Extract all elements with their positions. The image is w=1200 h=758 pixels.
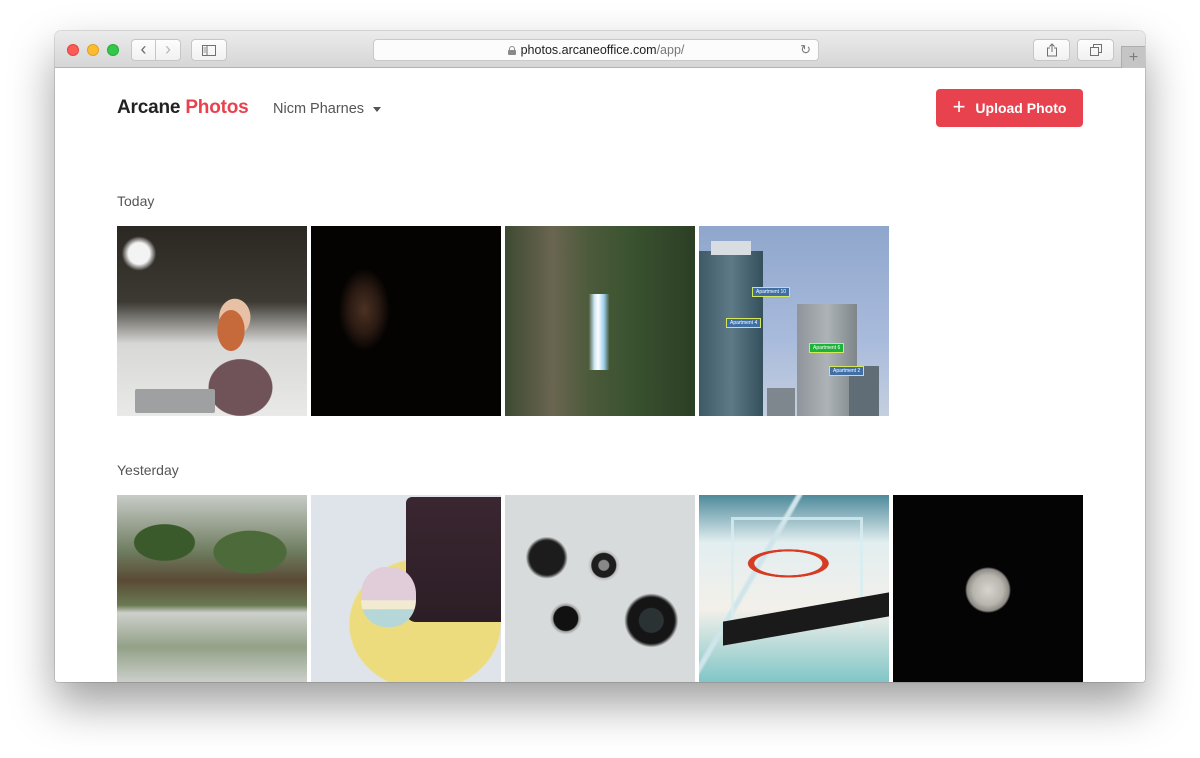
sidebar-toggle-button[interactable] — [191, 39, 227, 61]
page-content: Arcane Photos Nicm Pharnes + Upload Phot… — [55, 69, 1145, 682]
new-tab-button[interactable]: + — [1121, 46, 1145, 68]
upload-photo-label: Upload Photo — [975, 100, 1067, 116]
plus-icon: + — [1128, 48, 1139, 66]
photo-row-today: Apartment 10 Apartment 4 Apartment 6 Apa… — [117, 226, 889, 416]
browser-toolbar: ‹ › photos.arcaneoffice.com/app/ ↻ + — [55, 31, 1145, 68]
photo-thumbnail[interactable] — [117, 495, 307, 682]
user-menu[interactable]: Nicm Pharnes — [273, 101, 382, 117]
photo-row-yesterday — [117, 495, 1083, 682]
url-path: /app/ — [656, 43, 685, 57]
section-title-today: Today — [117, 193, 155, 209]
building-shape — [797, 304, 857, 416]
chevron-left-icon: ‹ — [140, 39, 147, 59]
chevron-right-icon: › — [165, 39, 171, 59]
photo-thumbnail[interactable] — [117, 226, 307, 416]
photo-thumbnail[interactable]: Apartment 10 Apartment 4 Apartment 6 Apa… — [699, 226, 889, 416]
back-button[interactable]: ‹ — [131, 39, 156, 61]
photo-label-tag: Apartment 4 — [726, 318, 762, 328]
photo-label-tag: Apartment 10 — [752, 287, 791, 297]
forward-button[interactable]: › — [156, 39, 181, 61]
sidebar-icon — [202, 44, 216, 56]
history-navigation: ‹ › — [131, 39, 182, 61]
photo-thumbnail[interactable] — [699, 495, 889, 682]
section-title-yesterday: Yesterday — [117, 462, 179, 478]
tabs-icon — [1089, 44, 1102, 56]
user-name: Nicm Pharnes — [273, 101, 365, 117]
minimize-window-button[interactable] — [87, 44, 99, 56]
close-window-button[interactable] — [67, 44, 79, 56]
building-shape — [767, 388, 795, 416]
show-tabs-button[interactable] — [1077, 39, 1114, 61]
reload-icon[interactable]: ↻ — [800, 42, 811, 58]
caret-down-icon — [373, 107, 382, 112]
plus-icon: + — [952, 94, 966, 119]
browser-window: ‹ › photos.arcaneoffice.com/app/ ↻ + Arc… — [55, 31, 1145, 682]
share-icon — [1046, 43, 1057, 57]
brand-primary: Arcane — [117, 97, 181, 118]
photo-label-tag-highlighted: Apartment 6 — [809, 343, 845, 353]
building-shape — [699, 241, 763, 416]
share-button[interactable] — [1033, 39, 1070, 61]
photo-thumbnail[interactable] — [505, 495, 695, 682]
zoom-window-button[interactable] — [107, 44, 119, 56]
photo-thumbnail[interactable] — [311, 226, 501, 416]
address-bar[interactable]: photos.arcaneoffice.com/app/ ↻ — [373, 39, 819, 61]
lock-icon — [507, 45, 516, 55]
url-host: photos.arcaneoffice.com — [520, 43, 657, 57]
photo-label-tag: Apartment 2 — [829, 366, 865, 376]
photo-thumbnail[interactable] — [311, 495, 501, 682]
photo-thumbnail[interactable] — [505, 226, 695, 416]
photo-thumbnail[interactable] — [893, 495, 1083, 682]
app-logo[interactable]: Arcane Photos — [117, 97, 249, 119]
upload-photo-button[interactable]: + Upload Photo — [936, 89, 1083, 127]
brand-accent: Photos — [185, 97, 249, 118]
